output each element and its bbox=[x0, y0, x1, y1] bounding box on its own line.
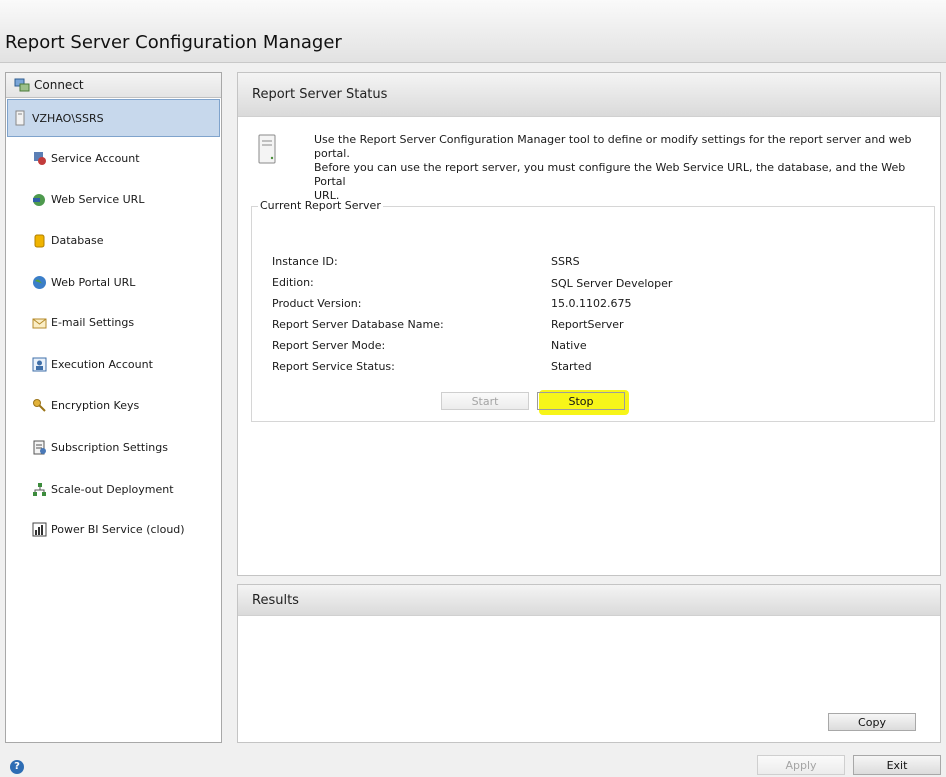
field-value-server-mode: Native bbox=[551, 339, 587, 352]
globe-icon bbox=[33, 276, 46, 289]
sidebar-item-label: Database bbox=[51, 234, 104, 247]
server-name: VZHAO\SSRS bbox=[32, 112, 104, 125]
sidebar-item-label: Encryption Keys bbox=[51, 399, 140, 412]
sidebar-item-label: Service Account bbox=[51, 152, 140, 165]
database-icon bbox=[34, 234, 45, 248]
sidebar-item-label: Scale-out Deployment bbox=[51, 483, 174, 496]
sidebar-item-label: Execution Account bbox=[51, 358, 153, 371]
results-panel-header: Results bbox=[238, 585, 940, 616]
stop-button[interactable]: Stop bbox=[537, 392, 625, 410]
results-panel: Results Copy bbox=[237, 584, 941, 743]
exit-button[interactable]: Exit bbox=[853, 755, 941, 775]
sidebar-item-label: Power BI Service (cloud) bbox=[51, 523, 185, 536]
info-line: Use the Report Server Configuration Mana… bbox=[314, 133, 912, 160]
subscription-icon bbox=[33, 440, 46, 455]
sidebar-item-execution-account[interactable]: Execution Account bbox=[6, 350, 221, 380]
scale-out-icon bbox=[33, 483, 46, 496]
apply-button[interactable]: Apply bbox=[757, 755, 845, 775]
field-value-database-name: ReportServer bbox=[551, 318, 624, 331]
sidebar-item-label: Subscription Settings bbox=[51, 441, 168, 454]
sidebar-item-scale-out-deployment[interactable]: Scale-out Deployment bbox=[6, 475, 221, 505]
results-panel-title: Results bbox=[252, 593, 299, 608]
sidebar-item-database[interactable]: Database bbox=[6, 226, 221, 256]
field-label-product-version: Product Version: bbox=[272, 297, 362, 310]
field-value-instance-id: SSRS bbox=[551, 255, 580, 268]
connect-icon bbox=[14, 78, 30, 92]
server-node[interactable]: VZHAO\SSRS bbox=[7, 99, 220, 137]
field-label-database-name: Report Server Database Name: bbox=[272, 318, 444, 331]
keys-icon bbox=[33, 399, 46, 412]
connect-label: Connect bbox=[34, 78, 84, 92]
copy-button[interactable]: Copy bbox=[828, 713, 916, 731]
sidebar-item-email-settings[interactable]: E-mail Settings bbox=[6, 308, 221, 338]
info-line: Before you can use the report server, yo… bbox=[314, 161, 906, 188]
powerbi-icon bbox=[32, 522, 47, 537]
sidebar: Connect VZHAO\SSRS Service Account Web S… bbox=[5, 72, 222, 743]
web-service-url-icon bbox=[33, 194, 45, 206]
sidebar-item-service-account[interactable]: Service Account bbox=[6, 144, 221, 174]
sidebar-item-label: Web Portal URL bbox=[51, 276, 136, 289]
status-panel-header: Report Server Status bbox=[238, 73, 940, 117]
help-icon[interactable]: ? bbox=[10, 760, 24, 774]
start-button[interactable]: Start bbox=[441, 392, 529, 410]
status-panel: Report Server Status Use the Report Serv… bbox=[237, 72, 941, 576]
field-value-edition: SQL Server Developer bbox=[551, 277, 673, 290]
email-icon bbox=[32, 318, 47, 329]
execution-account-icon bbox=[32, 357, 47, 372]
title-bar: Report Server Configuration Manager bbox=[0, 0, 946, 63]
field-label-service-status: Report Service Status: bbox=[272, 360, 395, 373]
app-title: Report Server Configuration Manager bbox=[5, 32, 342, 53]
connect-button[interactable]: Connect bbox=[6, 73, 221, 98]
field-value-product-version: 15.0.1102.675 bbox=[551, 297, 632, 310]
group-title: Current Report Server bbox=[258, 199, 383, 212]
current-report-server-group: Current Report Server Instance ID: SSRS … bbox=[251, 199, 935, 422]
field-label-instance-id: Instance ID: bbox=[272, 255, 338, 268]
sidebar-item-power-bi-service[interactable]: Power BI Service (cloud) bbox=[6, 515, 221, 545]
server-icon bbox=[15, 110, 25, 126]
sidebar-item-web-service-url[interactable]: Web Service URL bbox=[6, 185, 221, 215]
server-status-icon bbox=[258, 134, 276, 164]
sidebar-item-label: Web Service URL bbox=[51, 193, 145, 206]
field-label-edition: Edition: bbox=[272, 276, 314, 289]
status-info-text: Use the Report Server Configuration Mana… bbox=[314, 133, 914, 203]
sidebar-item-web-portal-url[interactable]: Web Portal URL bbox=[6, 268, 221, 298]
info-line: URL. bbox=[314, 189, 340, 202]
field-label-server-mode: Report Server Mode: bbox=[272, 339, 386, 352]
sidebar-item-label: E-mail Settings bbox=[51, 316, 135, 329]
field-value-service-status: Started bbox=[551, 360, 592, 373]
sidebar-item-encryption-keys[interactable]: Encryption Keys bbox=[6, 391, 221, 421]
status-panel-title: Report Server Status bbox=[252, 87, 388, 102]
service-account-icon bbox=[34, 152, 46, 165]
sidebar-item-subscription-settings[interactable]: Subscription Settings bbox=[6, 433, 221, 463]
